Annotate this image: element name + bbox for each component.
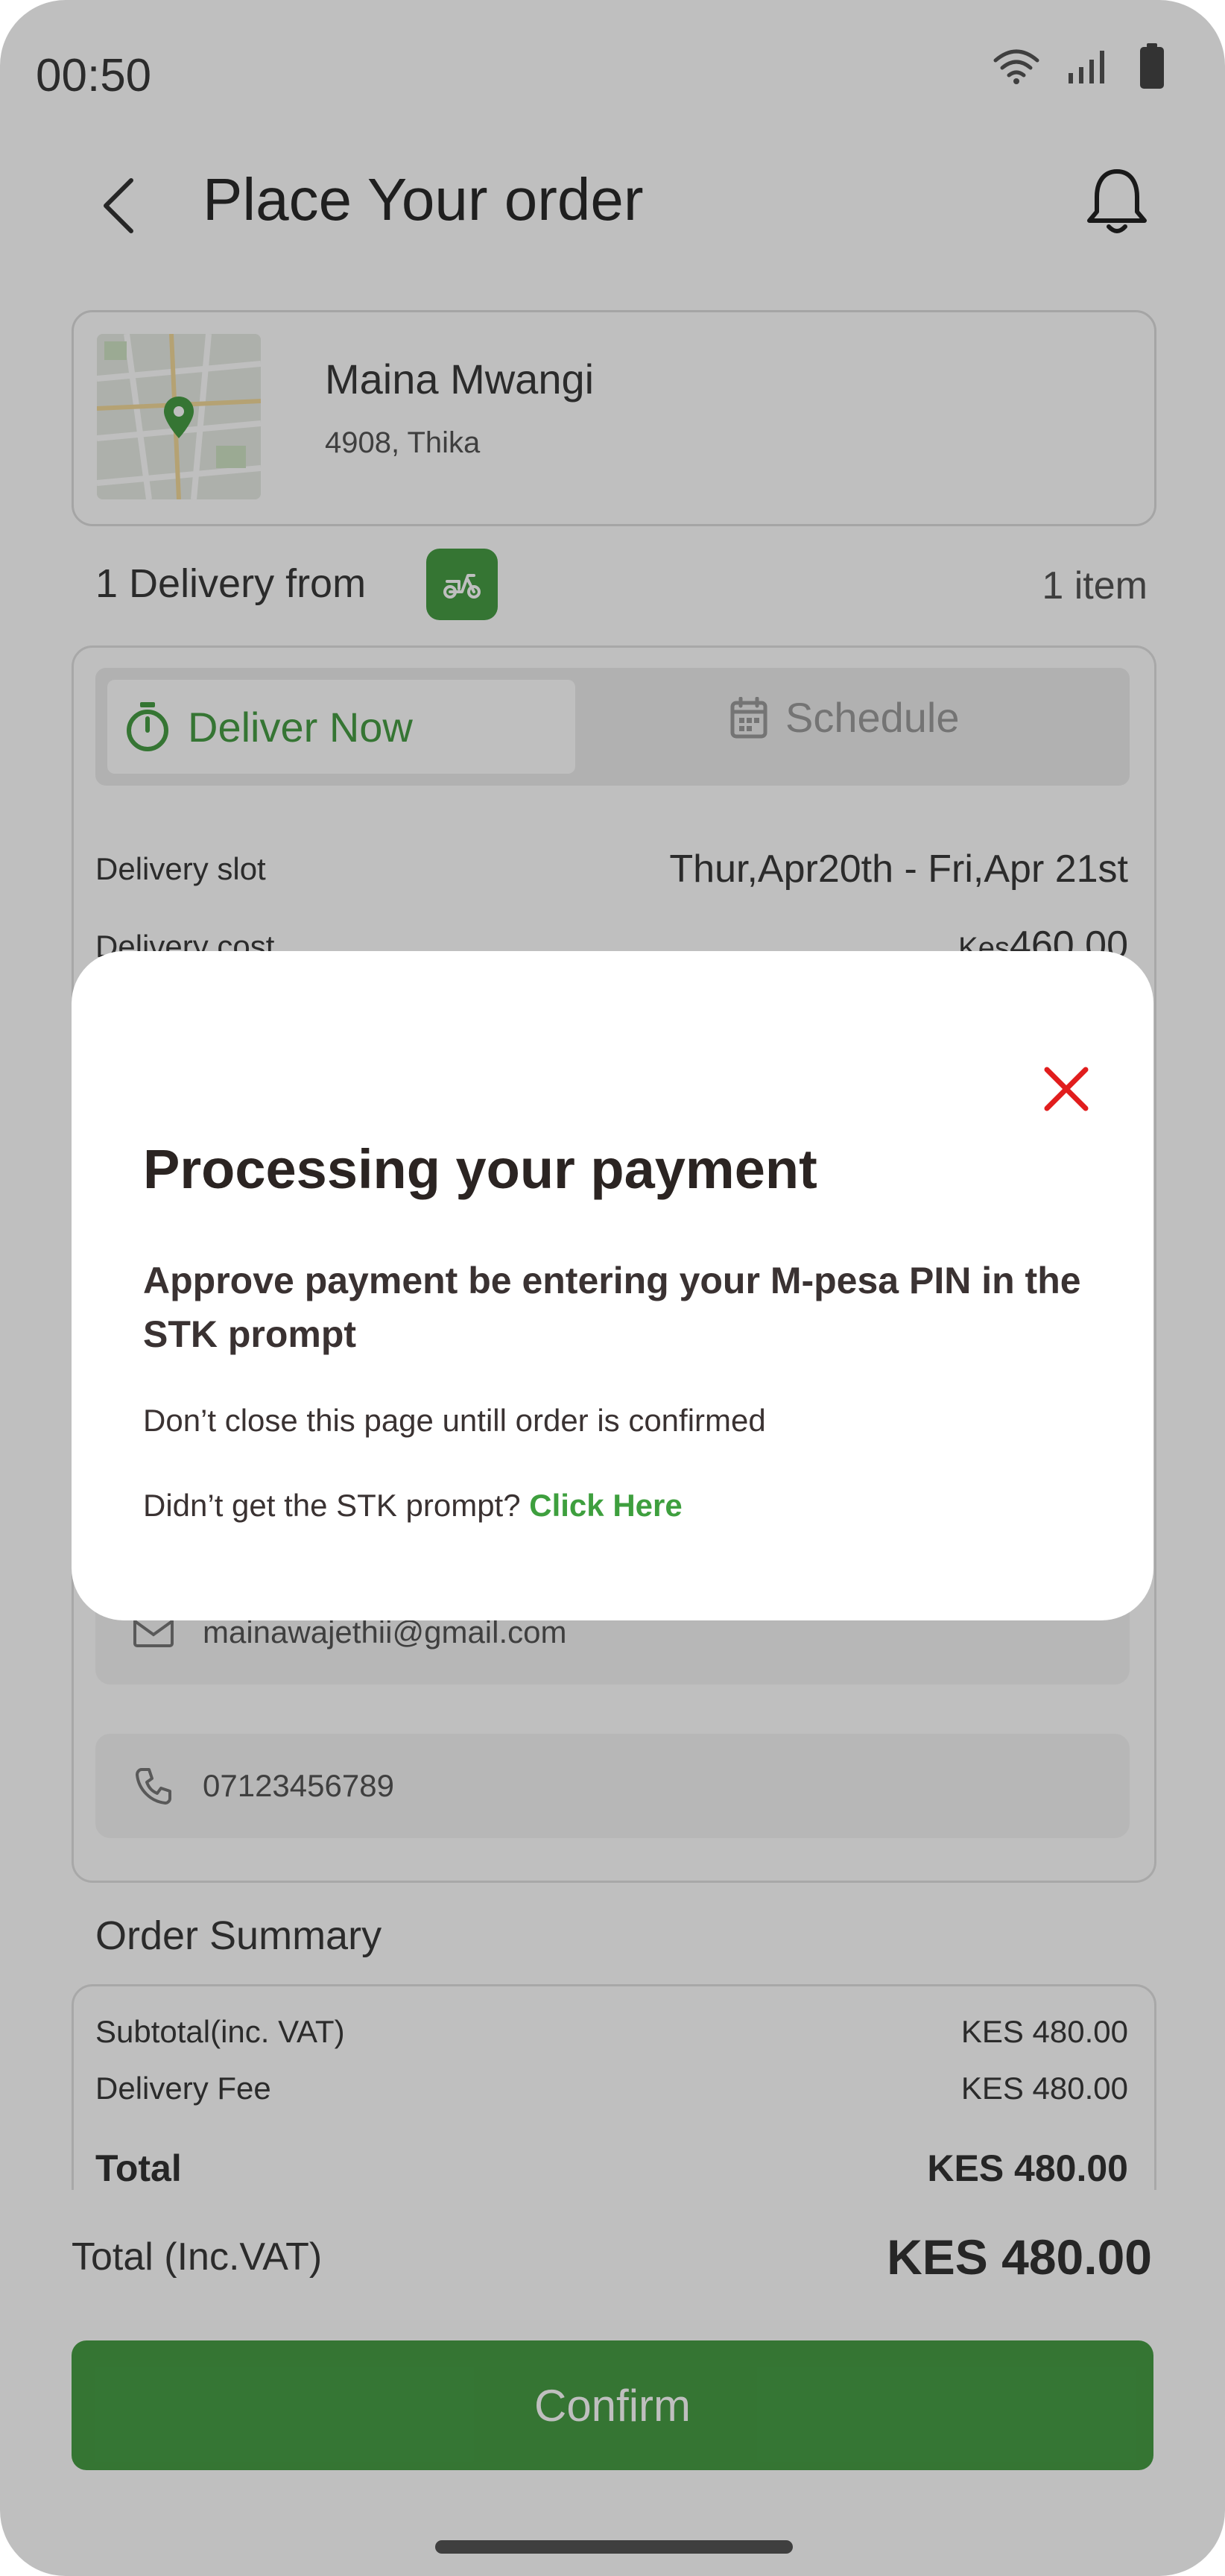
modal-title: Processing your payment [143, 1138, 817, 1200]
close-icon [1044, 1067, 1089, 1111]
click-here-link[interactable]: Click Here [529, 1488, 682, 1523]
payment-processing-modal: Processing your payment Approve payment … [72, 951, 1153, 1620]
phone-frame: 00:50 Place Your order Maina Mwangi 4908… [0, 0, 1225, 2576]
modal-note: Don’t close this page untill order is co… [143, 1403, 766, 1438]
stk-question: Didn’t get the STK prompt? [143, 1488, 530, 1523]
stk-prompt-row: Didn’t get the STK prompt? Click Here [143, 1488, 683, 1524]
modal-subtitle: Approve payment be entering your M-pesa … [143, 1260, 1081, 1355]
close-button[interactable] [1018, 1041, 1115, 1137]
